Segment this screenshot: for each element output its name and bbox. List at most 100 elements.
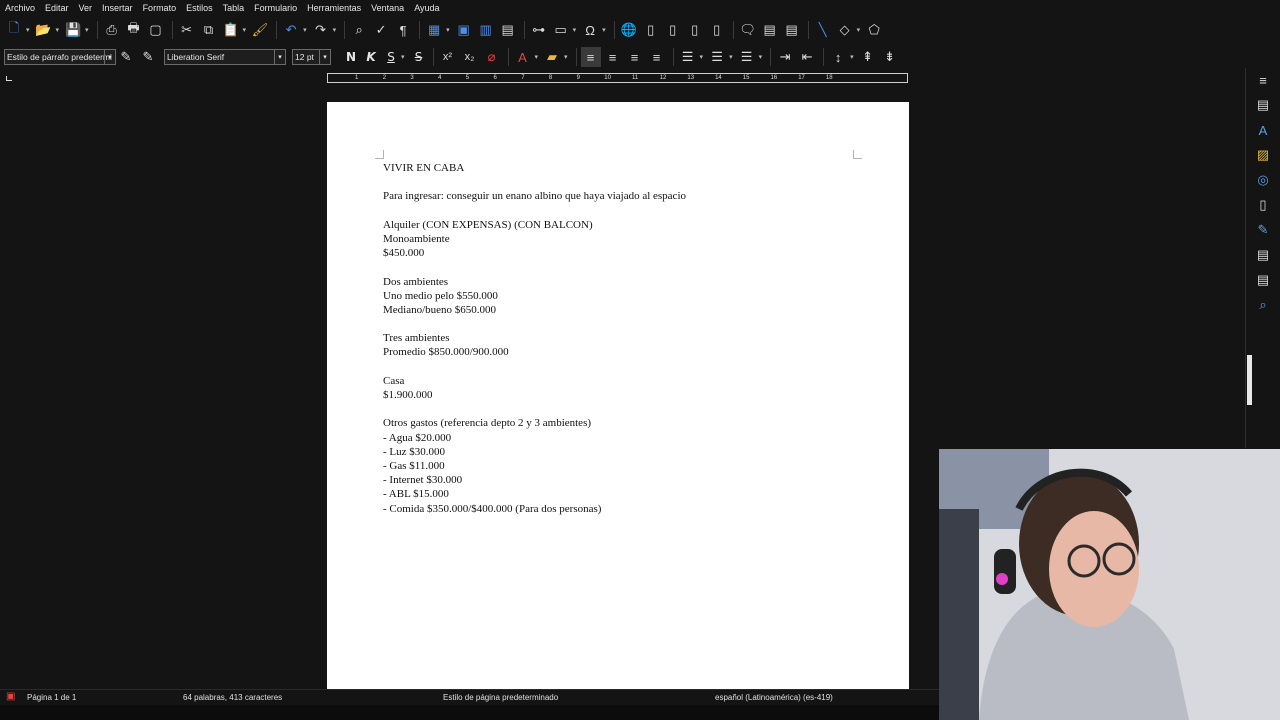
show-track-changes-icon[interactable]: ▤ bbox=[782, 20, 802, 40]
save-status-icon[interactable]: ▣ bbox=[6, 691, 15, 702]
underline-dropdown-icon[interactable]: ▾ bbox=[401, 53, 405, 61]
insert-bookmark-icon[interactable]: ▯ bbox=[685, 20, 705, 40]
insert-table-icon[interactable]: ▦ bbox=[424, 20, 444, 40]
insert-textbox-icon[interactable]: ▤ bbox=[498, 20, 518, 40]
save-dropdown-icon[interactable]: ▾ bbox=[85, 26, 89, 34]
document-body[interactable]: VIVIR EN CABA Para ingresar: conseguir un… bbox=[383, 161, 863, 516]
font-color-dropdown-icon[interactable]: ▾ bbox=[535, 53, 539, 61]
insert-line-icon[interactable]: ╲ bbox=[813, 20, 833, 40]
insert-footnote-icon[interactable]: ▯ bbox=[641, 20, 661, 40]
page-style[interactable]: Estilo de página predeterminado bbox=[443, 693, 558, 702]
align-center-icon[interactable]: ≡ bbox=[603, 47, 623, 67]
sidebar-collapse-handle[interactable] bbox=[1247, 355, 1252, 405]
styles-icon[interactable]: A bbox=[1253, 120, 1273, 140]
print-icon[interactable]: 🖶 bbox=[124, 20, 144, 40]
subscript-icon[interactable]: x₂ bbox=[460, 47, 480, 67]
menu-editar[interactable]: Editar bbox=[40, 3, 74, 13]
highlight-dropdown-icon[interactable]: ▾ bbox=[564, 53, 568, 61]
word-count[interactable]: 64 palabras, 413 caracteres bbox=[183, 693, 282, 702]
properties-icon[interactable]: ▤ bbox=[1253, 95, 1273, 115]
font-color-icon[interactable]: A bbox=[513, 47, 533, 67]
manage-changes-icon[interactable]: ▤ bbox=[1253, 245, 1273, 265]
menu-ventana[interactable]: Ventana bbox=[366, 3, 409, 13]
paste-icon[interactable]: 📋 bbox=[221, 20, 241, 40]
new-document-icon[interactable]: 🗋 bbox=[4, 20, 24, 40]
page-count[interactable]: Página 1 de 1 bbox=[27, 693, 76, 702]
special-char-dropdown-icon[interactable]: ▾ bbox=[602, 26, 606, 34]
increase-paragraph-spacing-icon[interactable]: ⇞ bbox=[858, 47, 878, 67]
chevron-down-icon[interactable]: ▾ bbox=[274, 50, 285, 64]
chevron-down-icon[interactable]: ▾ bbox=[319, 50, 330, 64]
chevron-down-icon[interactable]: ▾ bbox=[104, 50, 115, 64]
insert-cross-reference-icon[interactable]: ▯ bbox=[707, 20, 727, 40]
export-pdf-icon[interactable]: ⎙ bbox=[102, 20, 122, 40]
formatting-marks-icon[interactable]: ¶ bbox=[393, 20, 413, 40]
table-dropdown-icon[interactable]: ▾ bbox=[446, 26, 450, 34]
find-icon[interactable]: ⌕ bbox=[1253, 295, 1273, 315]
insert-image-icon[interactable]: ▣ bbox=[454, 20, 474, 40]
horizontal-ruler[interactable]: 1 2 3 4 5 6 7 8 9 10 11 12 13 14 15 16 17 18 bbox=[327, 73, 908, 83]
redo-dropdown-icon[interactable]: ▾ bbox=[333, 26, 337, 34]
redo-icon[interactable]: ↷ bbox=[311, 20, 331, 40]
document-page[interactable]: VIVIR EN CABA Para ingresar: conseguir un… bbox=[327, 102, 909, 702]
open-folder-icon[interactable]: 📂 bbox=[34, 20, 54, 40]
insert-comment-icon[interactable]: 🗨 bbox=[738, 20, 758, 40]
bullet-list-icon[interactable]: ☰ bbox=[678, 47, 698, 67]
insert-hyperlink-icon[interactable]: 🌐 bbox=[619, 20, 639, 40]
align-left-icon[interactable]: ≡ bbox=[580, 47, 601, 67]
italic-button[interactable]: K bbox=[361, 50, 381, 64]
sidebar-menu-icon[interactable]: ≡ bbox=[1253, 70, 1273, 90]
paragraph-style-combo[interactable]: Estilo de párrafo predetermi ▾ bbox=[4, 49, 116, 65]
superscript-icon[interactable]: x² bbox=[438, 47, 458, 67]
justify-icon[interactable]: ≡ bbox=[647, 47, 667, 67]
cut-icon[interactable]: ✂ bbox=[177, 20, 197, 40]
clear-formatting-icon[interactable]: ⌀ bbox=[482, 47, 502, 67]
menu-formato[interactable]: Formato bbox=[138, 3, 182, 13]
outline-list-icon[interactable]: ☰ bbox=[737, 47, 757, 67]
track-changes-icon[interactable]: ▤ bbox=[760, 20, 780, 40]
tab-stop-marker[interactable] bbox=[6, 76, 12, 81]
underline-button[interactable]: S bbox=[381, 50, 401, 64]
menu-estilos[interactable]: Estilos bbox=[181, 3, 218, 13]
increase-indent-icon[interactable]: ⇥ bbox=[775, 47, 795, 67]
bold-button[interactable]: N bbox=[341, 50, 361, 64]
open-dropdown-icon[interactable]: ▾ bbox=[56, 26, 60, 34]
new-style-icon[interactable]: ✎ bbox=[138, 47, 158, 67]
basic-shapes-icon[interactable]: ◇ bbox=[835, 20, 855, 40]
design-icon[interactable]: ▤ bbox=[1253, 270, 1273, 290]
decrease-indent-icon[interactable]: ⇤ bbox=[797, 47, 817, 67]
numbered-list-icon[interactable]: ☰ bbox=[707, 47, 727, 67]
highlight-color-icon[interactable]: ▰ bbox=[542, 47, 562, 67]
font-size-combo[interactable]: 12 pt ▾ bbox=[292, 49, 331, 65]
decrease-paragraph-spacing-icon[interactable]: ⇟ bbox=[880, 47, 900, 67]
bullet-dropdown-icon[interactable]: ▾ bbox=[700, 53, 704, 61]
menu-insertar[interactable]: Insertar bbox=[97, 3, 138, 13]
menu-formulario[interactable]: Formulario bbox=[249, 3, 302, 13]
navigator-icon[interactable]: ◎ bbox=[1253, 170, 1273, 190]
undo-icon[interactable]: ↶ bbox=[281, 20, 301, 40]
new-dropdown-icon[interactable]: ▾ bbox=[26, 26, 30, 34]
language-indicator[interactable]: español (Latinoamérica) (es-419) bbox=[715, 693, 833, 702]
field-dropdown-icon[interactable]: ▾ bbox=[573, 26, 577, 34]
draw-functions-icon[interactable]: ⬠ bbox=[864, 20, 884, 40]
find-replace-icon[interactable]: ⌕ bbox=[349, 20, 369, 40]
insert-page-break-icon[interactable]: ⊶ bbox=[529, 20, 549, 40]
update-style-icon[interactable]: ✎ bbox=[116, 47, 136, 67]
insert-endnote-icon[interactable]: ▯ bbox=[663, 20, 683, 40]
align-right-icon[interactable]: ≡ bbox=[625, 47, 645, 67]
insert-chart-icon[interactable]: ▥ bbox=[476, 20, 496, 40]
save-icon[interactable]: 💾 bbox=[63, 20, 83, 40]
gallery-icon[interactable]: ▨ bbox=[1253, 145, 1273, 165]
menu-ayuda[interactable]: Ayuda bbox=[409, 3, 444, 13]
page-icon[interactable]: ▯ bbox=[1253, 195, 1273, 215]
line-spacing-icon[interactable]: ↕ bbox=[828, 47, 848, 67]
strikethrough-button[interactable]: S bbox=[409, 50, 429, 64]
insert-field-icon[interactable]: ▭ bbox=[551, 20, 571, 40]
line-spacing-dropdown-icon[interactable]: ▾ bbox=[850, 53, 854, 61]
insert-special-character-icon[interactable]: Ω bbox=[580, 20, 600, 40]
menu-ver[interactable]: Ver bbox=[74, 3, 98, 13]
menu-tabla[interactable]: Tabla bbox=[218, 3, 250, 13]
undo-dropdown-icon[interactable]: ▾ bbox=[303, 26, 307, 34]
paste-dropdown-icon[interactable]: ▾ bbox=[243, 26, 247, 34]
menu-archivo[interactable]: Archivo bbox=[0, 3, 40, 13]
